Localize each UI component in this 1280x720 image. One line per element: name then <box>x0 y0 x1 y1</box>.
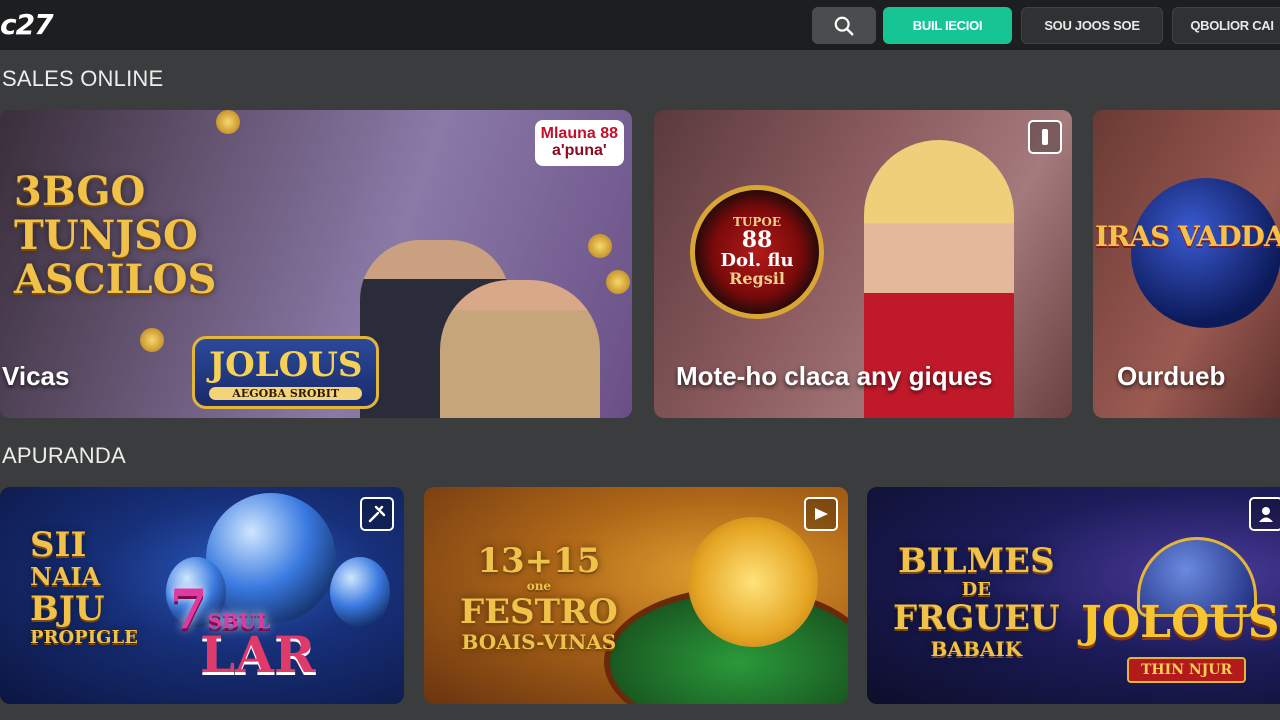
coin-decoration <box>140 328 164 352</box>
bookmark-icon <box>1042 129 1048 145</box>
globe-decoration <box>1131 178 1280 328</box>
card-art-text: SII NAIA BJU PROPIGLE <box>30 525 138 649</box>
secondary-button[interactable]: SOU JOOS SOE <box>1021 7 1163 44</box>
section-title-apuranda: APURANDA <box>2 443 126 468</box>
card-caption: Ourdueb <box>1117 361 1226 391</box>
third-button[interactable]: QBOLIOR CAI <box>1172 7 1280 44</box>
card-art-text: BILMES DE FRGUEU BABAIK <box>893 541 1060 661</box>
top-bar: c27 BUIL IECIOI SOU JOOS SOE QBOLIOR CAI <box>0 0 1280 50</box>
roulette-emblem: TUPOE 88 Dol. flu Regsil <box>690 185 824 319</box>
tool-icon <box>368 505 386 523</box>
promo-tag: Mlauna 88 a'puna' <box>534 120 624 166</box>
game-card-festro[interactable]: 13+15 one FESTRO BOAIS-VINAS <box>424 487 848 704</box>
sphere-decoration <box>330 557 390 627</box>
bookmark-button[interactable] <box>1028 120 1062 154</box>
game-card-sii-naia[interactable]: SII NAIA BJU PROPIGLE 7SBUL LAR <box>0 487 404 704</box>
search-icon <box>834 16 854 35</box>
site-logo[interactable]: c27 <box>0 8 54 41</box>
card-caption: Mote-ho claca any giques <box>676 361 993 391</box>
game-logo-jolous: JOLOUS AEGOBA SROBIT <box>192 336 380 409</box>
game-logo-sub: THIN NJUR <box>1127 657 1247 683</box>
cake-decoration <box>688 517 818 647</box>
section-title-sales-online: SALES ONLINE <box>2 66 164 91</box>
play-icon <box>815 508 828 520</box>
search-button[interactable] <box>812 7 876 44</box>
coin-decoration <box>588 234 612 258</box>
play-button[interactable] <box>804 497 838 531</box>
game-logo-jolous: JOLOUS <box>1081 597 1280 648</box>
profile-icon <box>1259 507 1273 522</box>
character-woman <box>440 280 600 418</box>
card-caption: Vicas <box>2 361 70 391</box>
game-card-bilmes[interactable]: BILMES DE FRGUEU BABAIK JOLOUS THIN NJUR <box>867 487 1280 704</box>
game-card-vicas[interactable]: 3BGO TUNJSO ASCILOS JOLOUS AEGOBA SROBIT… <box>0 110 632 418</box>
profile-button[interactable] <box>1249 497 1280 531</box>
primary-button[interactable]: BUIL IECIOI <box>883 7 1012 44</box>
card-art-text: 3BGO TUNJSO ASCILOS <box>14 168 217 303</box>
coin-decoration <box>606 270 630 294</box>
tool-button[interactable] <box>360 497 394 531</box>
game-card-ourdueb[interactable]: IRAS VADDA Ourdueb <box>1093 110 1280 418</box>
card-art-text: 13+15 one FESTRO BOAIS-VINAS <box>460 541 618 654</box>
card-art-text: IRAS VADDA <box>1095 220 1280 253</box>
coin-decoration <box>216 110 240 134</box>
slot-seven-sub: LAR <box>200 625 316 684</box>
game-card-mote-ho[interactable]: TUPOE 88 Dol. flu Regsil Mote-ho claca a… <box>654 110 1072 418</box>
